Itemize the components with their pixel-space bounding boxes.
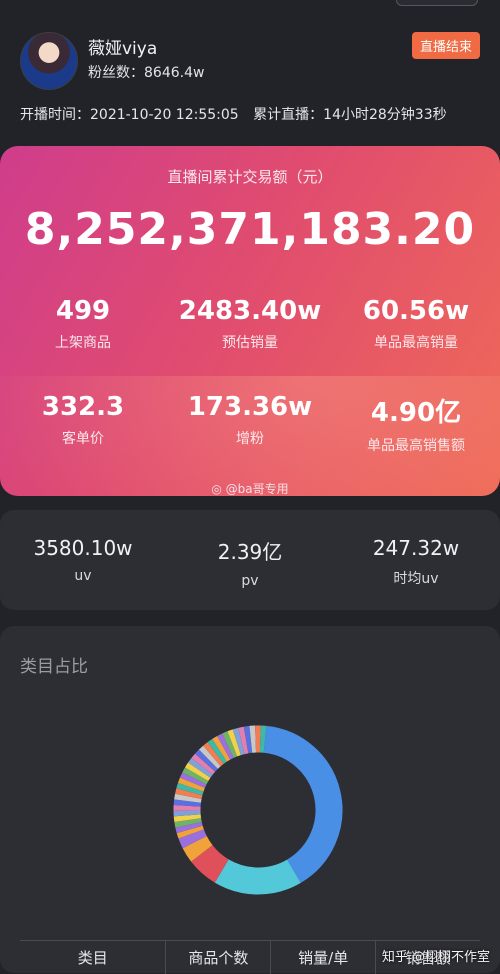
stat-value: 499	[0, 296, 166, 326]
donut-segment[interactable]	[192, 778, 194, 782]
donut-segment[interactable]	[212, 753, 216, 756]
gmv-value: 8,252,371,183.20	[0, 204, 500, 255]
donut-segment[interactable]	[205, 759, 208, 762]
start-time: 开播时间：2021-10-20 12:55:05	[20, 107, 239, 123]
top-menu-button[interactable]	[396, 0, 478, 6]
stat-listed-products: 499 上架商品	[0, 296, 166, 352]
stat-label: 单品最高销量	[333, 332, 499, 352]
streamer-name: 薇娅viya	[88, 34, 157, 59]
stat-value: 173.36w	[167, 392, 333, 422]
stat-new-fans: 173.36w 增粉	[167, 392, 333, 448]
fan-count: 粉丝数：8646.4w	[88, 62, 204, 82]
category-panel: 类目占比 类目 商品个数 销量/单 销售额 知乎 @栩栩不作室	[0, 626, 500, 973]
donut-segment[interactable]	[241, 740, 246, 741]
traffic-uv: 3580.10w uv	[0, 536, 166, 584]
donut-segment[interactable]	[220, 748, 224, 750]
zhihu-watermark: 知乎 @栩栩不作室	[382, 946, 490, 965]
traffic-pv: 2.39亿 pv	[167, 536, 333, 589]
stat-estimated-sales: 2483.40w 预估销量	[167, 296, 333, 352]
traffic-hourly-uv: 247.32w 时均uv	[333, 536, 499, 588]
traffic-value: 3580.10w	[0, 536, 166, 560]
stat-label: 客单价	[0, 428, 166, 448]
donut-segment[interactable]	[187, 815, 188, 820]
stat-value: 332.3	[0, 392, 166, 422]
profile-header: 薇娅viya 粉丝数：8646.4w 直播结束	[20, 32, 480, 88]
donut-segment[interactable]	[199, 766, 202, 770]
stat-avg-order: 332.3 客单价	[0, 392, 166, 448]
donut-segment[interactable]	[246, 739, 251, 740]
column-header-sales-per-order[interactable]: 销量/单	[270, 941, 375, 974]
weibo-watermark: ◎ @ba哥专用	[0, 480, 500, 496]
donut-segment[interactable]	[208, 756, 212, 759]
donut-segment[interactable]	[222, 871, 294, 881]
stat-label: 单品最高销售额	[333, 435, 499, 455]
donut-segment[interactable]	[232, 742, 237, 744]
traffic-label: pv	[167, 573, 333, 589]
traffic-value: 247.32w	[333, 536, 499, 560]
category-donut-chart[interactable]	[0, 626, 500, 946]
stat-label: 上架商品	[0, 332, 166, 352]
stat-label: 预估销量	[167, 332, 333, 352]
donut-segment[interactable]	[189, 825, 190, 830]
total-duration: 累计直播：14小时28分钟33秒	[253, 107, 446, 123]
traffic-label: uv	[0, 568, 166, 584]
donut-segment[interactable]	[191, 783, 193, 787]
donut-segment[interactable]	[188, 820, 189, 825]
donut-segment[interactable]	[197, 770, 200, 774]
stat-value: 2483.40w	[167, 296, 333, 326]
donut-segment[interactable]	[189, 787, 190, 792]
donut-segment[interactable]	[188, 792, 189, 797]
avatar	[20, 32, 78, 90]
traffic-label: 时均uv	[333, 568, 499, 588]
donut-segment[interactable]	[188, 796, 189, 801]
donut-segment[interactable]	[224, 746, 228, 748]
stat-label: 增粉	[167, 428, 333, 448]
donut-segment[interactable]	[202, 763, 205, 767]
stat-top-item-revenue: 4.90亿 单品最高销售额	[333, 392, 499, 455]
traffic-value: 2.39亿	[167, 536, 333, 565]
column-header-category[interactable]: 类目	[20, 941, 165, 974]
donut-segment[interactable]	[237, 741, 242, 742]
traffic-panel: 3580.10w uv 2.39亿 pv 247.32w 时均uv	[0, 510, 500, 610]
donut-segment[interactable]	[190, 829, 191, 834]
donut-segment[interactable]	[228, 744, 232, 746]
donut-segment[interactable]	[216, 750, 220, 753]
donut-segment[interactable]	[194, 774, 196, 778]
stat-value: 4.90亿	[333, 392, 499, 429]
stat-value: 60.56w	[333, 296, 499, 326]
status-badge: 直播结束	[412, 32, 480, 59]
donut-segment[interactable]	[191, 834, 195, 842]
donut-segment[interactable]	[265, 739, 329, 871]
weibo-icon: ◎	[211, 482, 221, 496]
donut-segment[interactable]	[202, 853, 222, 871]
gmv-label: 直播间累计交易额（元）	[0, 166, 500, 187]
donut-segment[interactable]	[195, 842, 202, 853]
stream-meta: 开播时间：2021-10-20 12:55:05 累计直播：14小时28分钟33…	[20, 104, 457, 124]
column-header-product-count[interactable]: 商品个数	[165, 941, 270, 974]
gmv-card: 直播间累计交易额（元） 8,252,371,183.20 499 上架商品 24…	[0, 146, 500, 496]
stat-top-item-sales: 60.56w 单品最高销量	[333, 296, 499, 352]
